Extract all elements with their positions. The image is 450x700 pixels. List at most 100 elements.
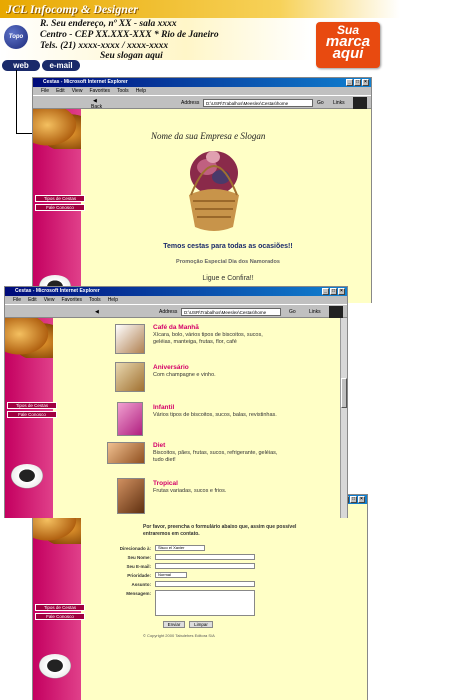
menu-view[interactable]: View: [44, 296, 55, 304]
promo-text: Promoção Especial Dia dos Namorados: [176, 259, 280, 265]
menu-edit[interactable]: Edit: [56, 87, 65, 95]
product-desc-cafe: Xícara, bolo, vários tipos de biscoitos,…: [153, 332, 263, 345]
menu-file[interactable]: File: [41, 87, 49, 95]
message-textarea[interactable]: [155, 590, 255, 616]
product-desc-infantil: Vários tipos de biscoitos, sucos, balas,…: [153, 412, 277, 418]
label-to: Direcionado à:: [119, 546, 151, 551]
close-icon[interactable]: ×: [338, 288, 345, 295]
label-subject: Assunto:: [131, 582, 152, 587]
subject-field[interactable]: [155, 581, 255, 587]
product-image-infantil: [117, 402, 143, 436]
pastry-image: [33, 109, 81, 149]
copyright: © Copyright 2000 Tabulehes Editora S/A: [143, 633, 215, 638]
sidebar-item-fale-conosco[interactable]: Fale Conosco: [35, 204, 85, 211]
menu-file[interactable]: File: [13, 296, 21, 304]
product-desc-tropical: Frutas variadas, sucos e frios.: [153, 488, 227, 494]
product-image-cafe: [115, 324, 145, 354]
browser-window-products: Cestas - Microsoft Internet Explorer _ □ ×…: [4, 286, 348, 518]
product-image-tropical: [117, 478, 145, 514]
clear-button[interactable]: Limpar: [189, 621, 213, 628]
minimize-icon[interactable]: _: [346, 79, 353, 86]
product-title-infantil[interactable]: Infantil: [153, 404, 174, 411]
product-image-diet: [107, 442, 145, 464]
menu-bar: File Edit View Favorites Tools Help: [5, 296, 347, 304]
page-content: Tipos de Cestas Fale Conosco Por favor, …: [33, 504, 367, 700]
label-priority: Prioridade:: [127, 573, 151, 578]
coffee-cup-image: [9, 464, 45, 490]
links-button[interactable]: Links: [309, 309, 321, 315]
menu-bar: File Edit View Favorites Tools Help: [33, 87, 371, 95]
menu-help[interactable]: Help: [136, 87, 146, 95]
to-select[interactable]: Sisco el Xavier: [155, 545, 205, 551]
window-title-bar: Cestas - Microsoft Internet Explorer _ □ ×: [5, 287, 347, 296]
topo-button[interactable]: Topo: [4, 25, 28, 49]
product-desc-aniversario: Com champagne e vinho.: [153, 372, 216, 378]
product-title-aniversario[interactable]: Aniversário: [153, 364, 189, 371]
contact-block: R. Seu endereço, nº XX - sala xxxx Centr…: [0, 18, 310, 61]
product-desc-diet: Biscoitos, pães, frutas, sucos, refriger…: [153, 450, 278, 463]
browser-window-contact: _□× Tipos de Cestas Fale Conosco Por fav…: [32, 494, 368, 700]
toolbar: ◀ Back Address D:\USR\Trabalhos\Meeslex\…: [33, 95, 371, 110]
menu-favorites[interactable]: Favorites: [89, 87, 110, 95]
maximize-icon[interactable]: □: [330, 288, 337, 295]
back-arrow-icon[interactable]: ◀: [95, 309, 99, 315]
sidebar-item-tipos-de-cestas[interactable]: Tipos de Cestas: [35, 195, 85, 202]
product-title-cafe[interactable]: Café da Manhã: [153, 324, 199, 331]
address-field[interactable]: D:\USR\Trabalhos\Meeslex\Cestas\home: [181, 308, 281, 316]
sidebar-item-tipos-de-cestas[interactable]: Tipos de Cestas: [35, 604, 85, 611]
page-content: Tipos de Cestas Fale Conosco Nome da sua…: [33, 109, 371, 303]
brand-logo-box: Sua marca aqui: [316, 22, 380, 68]
gift-basket-image: [189, 151, 239, 231]
email-field[interactable]: [155, 563, 255, 569]
go-button[interactable]: Go: [289, 309, 296, 315]
product-image-aniversario: [115, 362, 145, 392]
sidebar-item-fale-conosco[interactable]: Fale Conosco: [7, 411, 57, 418]
sidebar: Tipos de Cestas Fale Conosco: [33, 109, 85, 303]
menu-tools[interactable]: Tools: [89, 296, 101, 304]
send-button[interactable]: Enviar: [163, 621, 185, 628]
window-title-bar: Cestas - Microsoft Internet Explorer _ □ ×: [33, 78, 371, 87]
menu-favorites[interactable]: Favorites: [61, 296, 82, 304]
windows-logo-icon: [353, 97, 367, 109]
maximize-icon[interactable]: □: [350, 496, 357, 503]
priority-select[interactable]: Normal: [155, 572, 187, 578]
sidebar-item-tipos-de-cestas[interactable]: Tipos de Cestas: [7, 402, 57, 409]
window-title: Cestas - Microsoft Internet Explorer: [15, 288, 100, 294]
maximize-icon[interactable]: □: [354, 79, 361, 86]
menu-help[interactable]: Help: [108, 296, 118, 304]
company-title: JCL Infocomp & Designer: [6, 2, 138, 16]
windows-logo-icon: [329, 306, 343, 318]
call-to-action: Ligue e Confira!!: [202, 275, 254, 282]
browser-window-home: Cestas - Microsoft Internet Explorer _ □ ×…: [32, 77, 372, 303]
product-title-diet[interactable]: Diet: [153, 442, 165, 449]
tagline: Temos cestas para todas as ocasiões!!: [163, 243, 293, 250]
scrollbar-thumb[interactable]: [341, 378, 347, 408]
slogan: Seu slogan aqui: [100, 51, 163, 61]
form-intro: Por favor, preencha o formulário abaixo …: [143, 524, 297, 537]
menu-tools[interactable]: Tools: [117, 87, 129, 95]
scrollbar[interactable]: [340, 318, 347, 518]
email-button[interactable]: e-mail: [42, 60, 80, 71]
close-icon[interactable]: ×: [358, 496, 365, 503]
address-label: Address: [181, 100, 200, 106]
label-name: Seu Nome:: [127, 555, 151, 560]
sidebar: Tipos de Cestas Fale Conosco: [5, 318, 57, 518]
address-label: Address: [159, 309, 178, 315]
menu-view[interactable]: View: [72, 87, 83, 95]
phones: Tels. (21) xxxx-xxxx / xxxx-xxxx: [40, 41, 169, 51]
toolbar: ◀ Address D:\USR\Trabalhos\Meeslex\Cesta…: [5, 304, 347, 318]
product-title-tropical[interactable]: Tropical: [153, 480, 178, 487]
pastry-image: [5, 318, 53, 358]
name-field[interactable]: [155, 554, 255, 560]
address-line-2: Centro - CEP XX.XXX-XXX * Rio de Janeiro: [40, 30, 219, 40]
sidebar-item-fale-conosco[interactable]: Fale Conosco: [35, 613, 85, 620]
links-button[interactable]: Links: [333, 100, 345, 106]
close-icon[interactable]: ×: [362, 79, 369, 86]
address-field[interactable]: D:\USR\Trabalhos\Meeslex\Cestas\home: [203, 99, 313, 107]
go-button[interactable]: Go: [317, 100, 324, 106]
menu-edit[interactable]: Edit: [28, 296, 37, 304]
sidebar: Tipos de Cestas Fale Conosco: [33, 504, 85, 700]
window-title: Cestas - Microsoft Internet Explorer: [43, 79, 128, 85]
company-arc-text: Nome da sua Empresa e Slogan: [151, 131, 266, 141]
minimize-icon[interactable]: _: [322, 288, 329, 295]
